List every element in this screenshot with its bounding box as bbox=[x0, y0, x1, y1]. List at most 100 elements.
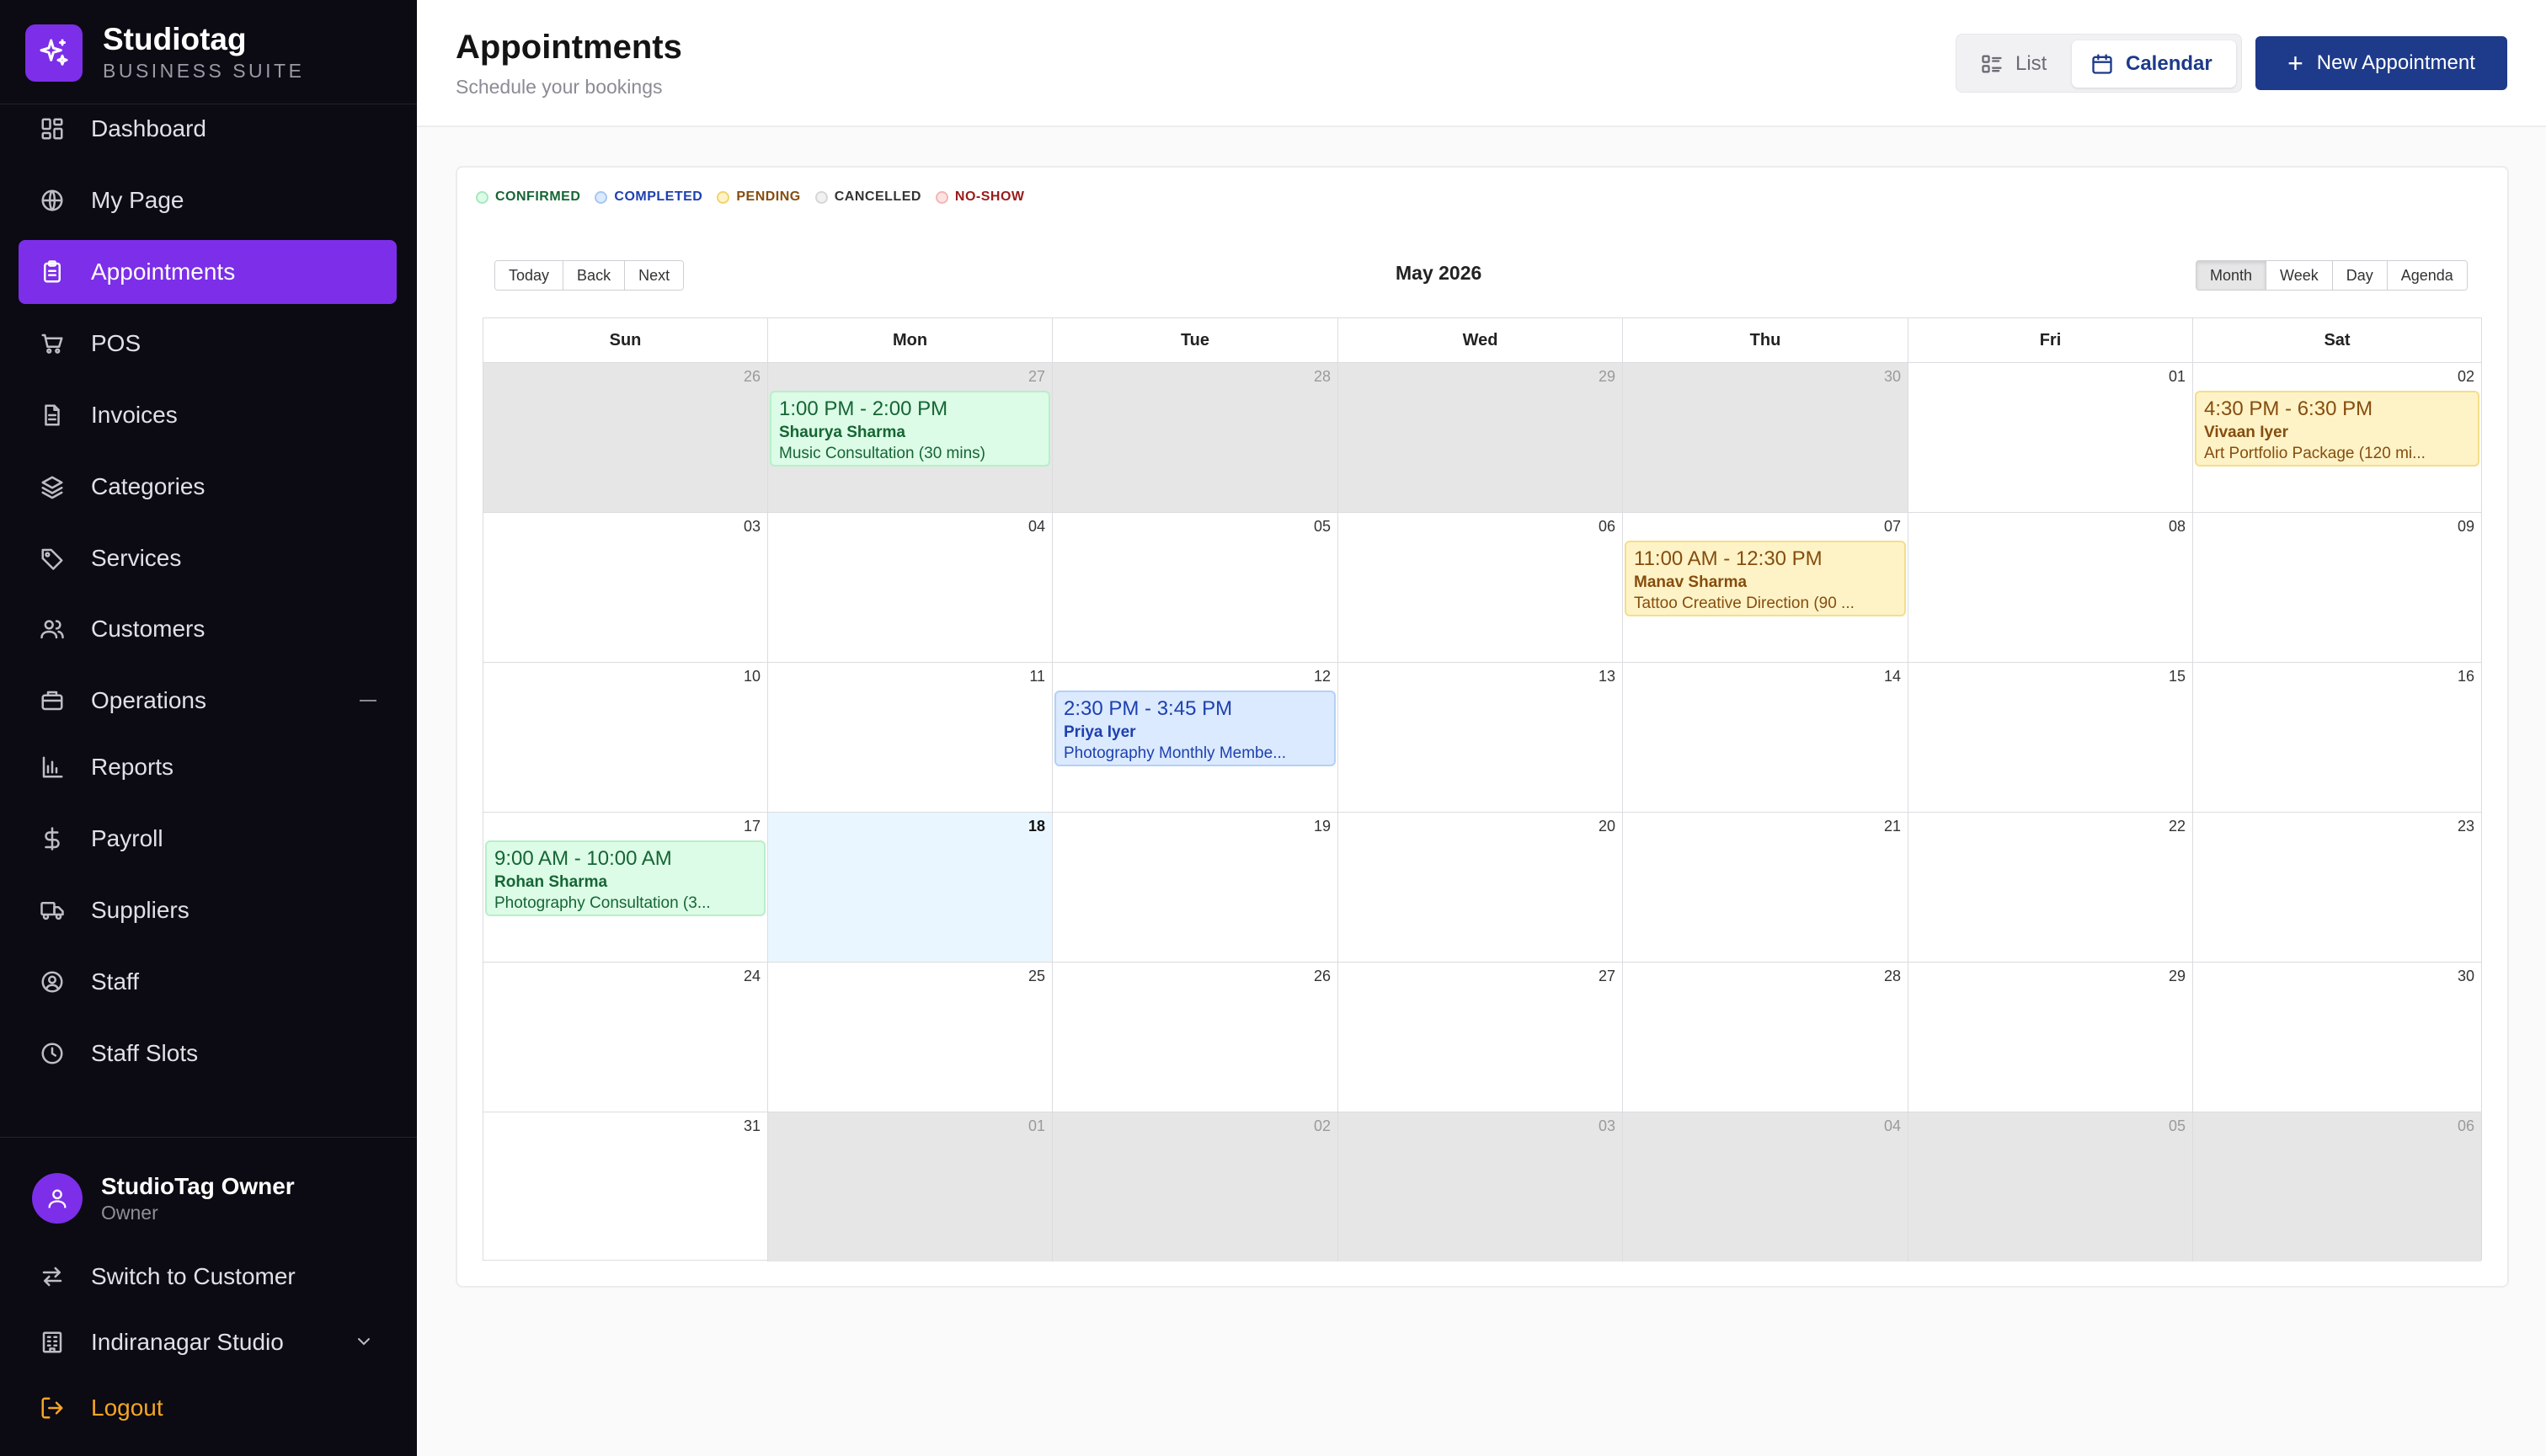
day-number[interactable]: 23 bbox=[2458, 818, 2474, 835]
day-number[interactable]: 29 bbox=[2169, 968, 2186, 985]
day-number[interactable]: 27 bbox=[1599, 968, 1615, 985]
day-cell[interactable]: 13 bbox=[1338, 663, 1623, 812]
day-cell[interactable]: 19 bbox=[1053, 813, 1338, 962]
day-cell[interactable]: 01 bbox=[1908, 363, 2193, 512]
day-number[interactable]: 21 bbox=[1884, 818, 1901, 835]
brand[interactable]: Studiotag BUSINESS SUITE bbox=[25, 23, 304, 83]
day-cell[interactable]: 06 bbox=[1338, 513, 1623, 662]
day-cell[interactable]: 21 bbox=[1623, 813, 1908, 962]
day-cell[interactable]: 03 bbox=[483, 513, 768, 662]
day-number[interactable]: 15 bbox=[2169, 668, 2186, 685]
day-number[interactable]: 10 bbox=[744, 668, 761, 685]
day-number[interactable]: 16 bbox=[2458, 668, 2474, 685]
list-view-button[interactable]: List bbox=[1967, 40, 2060, 88]
new-appointment-button[interactable]: + New Appointment bbox=[2255, 36, 2507, 90]
sidebar-item-my-page[interactable]: My Page bbox=[19, 168, 397, 232]
day-number[interactable]: 26 bbox=[744, 368, 761, 386]
user-profile[interactable]: StudioTag Owner Owner bbox=[32, 1172, 295, 1224]
day-cell[interactable]: 09 bbox=[2193, 513, 2481, 662]
day-cell[interactable]: 10 bbox=[483, 663, 768, 812]
day-number[interactable]: 25 bbox=[1028, 968, 1045, 985]
day-number[interactable]: 07 bbox=[1884, 518, 1901, 536]
day-number[interactable]: 22 bbox=[2169, 818, 2186, 835]
calendar-view-button[interactable]: Calendar bbox=[2072, 40, 2236, 88]
day-cell[interactable]: 29 bbox=[1338, 363, 1623, 512]
day-cell[interactable]: 22 bbox=[1908, 813, 2193, 962]
day-number[interactable]: 19 bbox=[1314, 818, 1331, 835]
sidebar-item-customers[interactable]: Customers bbox=[19, 597, 397, 661]
day-number[interactable]: 04 bbox=[1884, 1117, 1901, 1135]
sidebar-item-dashboard[interactable]: Dashboard bbox=[19, 97, 397, 161]
day-cell[interactable]: 08 bbox=[1908, 513, 2193, 662]
day-number[interactable]: 05 bbox=[2169, 1117, 2186, 1135]
day-cell[interactable]: 24 bbox=[483, 963, 768, 1112]
day-number[interactable]: 01 bbox=[1028, 1117, 1045, 1135]
day-cell[interactable]: 16 bbox=[2193, 663, 2481, 812]
sidebar-item-suppliers[interactable]: Suppliers bbox=[19, 878, 397, 942]
today-button[interactable]: Today bbox=[495, 261, 564, 290]
day-number[interactable]: 02 bbox=[1314, 1117, 1331, 1135]
sidebar-item-services[interactable]: Services bbox=[19, 526, 397, 590]
day-cell[interactable]: 26 bbox=[483, 363, 768, 512]
day-number[interactable]: 08 bbox=[2169, 518, 2186, 536]
day-cell[interactable]: 01 bbox=[768, 1112, 1053, 1261]
back-button[interactable]: Back bbox=[563, 261, 626, 290]
day-cell[interactable]: 14 bbox=[1623, 663, 1908, 812]
day-number[interactable]: 20 bbox=[1599, 818, 1615, 835]
day-number[interactable]: 04 bbox=[1028, 518, 1045, 536]
day-number[interactable]: 28 bbox=[1314, 368, 1331, 386]
day-number[interactable]: 13 bbox=[1599, 668, 1615, 685]
day-cell[interactable]: 28 bbox=[1623, 963, 1908, 1112]
day-number[interactable]: 06 bbox=[1599, 518, 1615, 536]
day-number[interactable]: 24 bbox=[744, 968, 761, 985]
day-number[interactable]: 12 bbox=[1314, 668, 1331, 685]
range-week-button[interactable]: Week bbox=[2266, 261, 2333, 290]
day-cell[interactable]: 26 bbox=[1053, 963, 1338, 1112]
sidebar-item-staff-slots[interactable]: Staff Slots bbox=[19, 1021, 397, 1085]
day-cell[interactable]: 17 9:00 AM - 10:00 AM Rohan Sharma Photogra… bbox=[483, 813, 768, 962]
day-cell[interactable]: 02 4:30 PM - 6:30 PM Vivaan Iyer Art Portfo… bbox=[2193, 363, 2481, 512]
day-cell[interactable]: 04 bbox=[768, 513, 1053, 662]
day-cell[interactable]: 27 bbox=[1338, 963, 1623, 1112]
day-cell[interactable]: 25 bbox=[768, 963, 1053, 1112]
studio-selector[interactable]: Indiranagar Studio bbox=[39, 1329, 370, 1356]
day-number[interactable]: 02 bbox=[2458, 368, 2474, 386]
day-number[interactable]: 27 bbox=[1028, 368, 1045, 386]
day-cell[interactable]: 02 bbox=[1053, 1112, 1338, 1261]
collapse-icon[interactable] bbox=[360, 700, 376, 702]
sidebar-item-appointments[interactable]: Appointments bbox=[19, 239, 397, 304]
day-number[interactable]: 30 bbox=[1884, 368, 1901, 386]
day-number[interactable]: 30 bbox=[2458, 968, 2474, 985]
sidebar-item-operations[interactable]: Operations bbox=[19, 669, 397, 733]
day-number[interactable]: 18 bbox=[1028, 818, 1045, 835]
day-cell[interactable]: 06 bbox=[2193, 1112, 2481, 1261]
day-cell[interactable]: 04 bbox=[1623, 1112, 1908, 1261]
day-number[interactable]: 14 bbox=[1884, 668, 1901, 685]
day-number[interactable]: 03 bbox=[744, 518, 761, 536]
appointment-event[interactable]: 11:00 AM - 12:30 PM Manav Sharma Tattoo Cr… bbox=[1625, 541, 1906, 616]
day-cell[interactable]: 31 bbox=[483, 1112, 768, 1261]
sidebar-item-invoices[interactable]: Invoices bbox=[19, 383, 397, 447]
day-number[interactable]: 05 bbox=[1314, 518, 1331, 536]
day-number[interactable]: 29 bbox=[1599, 368, 1615, 386]
appointment-event[interactable]: 1:00 PM - 2:00 PM Shaurya Sharma Music Con… bbox=[770, 391, 1050, 467]
sidebar-item-reports[interactable]: Reports bbox=[19, 735, 397, 799]
range-agenda-button[interactable]: Agenda bbox=[2387, 261, 2467, 290]
day-cell[interactable]: 11 bbox=[768, 663, 1053, 812]
sidebar-item-payroll[interactable]: Payroll bbox=[19, 807, 397, 871]
next-button[interactable]: Next bbox=[625, 261, 684, 290]
day-cell[interactable]: 30 bbox=[1623, 363, 1908, 512]
appointment-event[interactable]: 2:30 PM - 3:45 PM Priya Iyer Photography M… bbox=[1054, 691, 1336, 766]
day-cell[interactable]: 05 bbox=[1908, 1112, 2193, 1261]
appointment-event[interactable]: 9:00 AM - 10:00 AM Rohan Sharma Photograph… bbox=[485, 840, 766, 916]
sidebar-item-pos[interactable]: POS bbox=[19, 312, 397, 376]
day-cell[interactable]: 07 11:00 AM - 12:30 PM Manav Sharma Tattoo … bbox=[1623, 513, 1908, 662]
day-cell[interactable]: 27 1:00 PM - 2:00 PM Shaurya Sharma Music C… bbox=[768, 363, 1053, 512]
day-number[interactable]: 26 bbox=[1314, 968, 1331, 985]
switch-to-customer-button[interactable]: Switch to Customer bbox=[39, 1263, 296, 1290]
day-number[interactable]: 11 bbox=[1029, 668, 1045, 685]
day-number[interactable]: 28 bbox=[1884, 968, 1901, 985]
day-cell[interactable]: 15 bbox=[1908, 663, 2193, 812]
range-month-button[interactable]: Month bbox=[2196, 261, 2267, 290]
day-cell[interactable]: 20 bbox=[1338, 813, 1623, 962]
